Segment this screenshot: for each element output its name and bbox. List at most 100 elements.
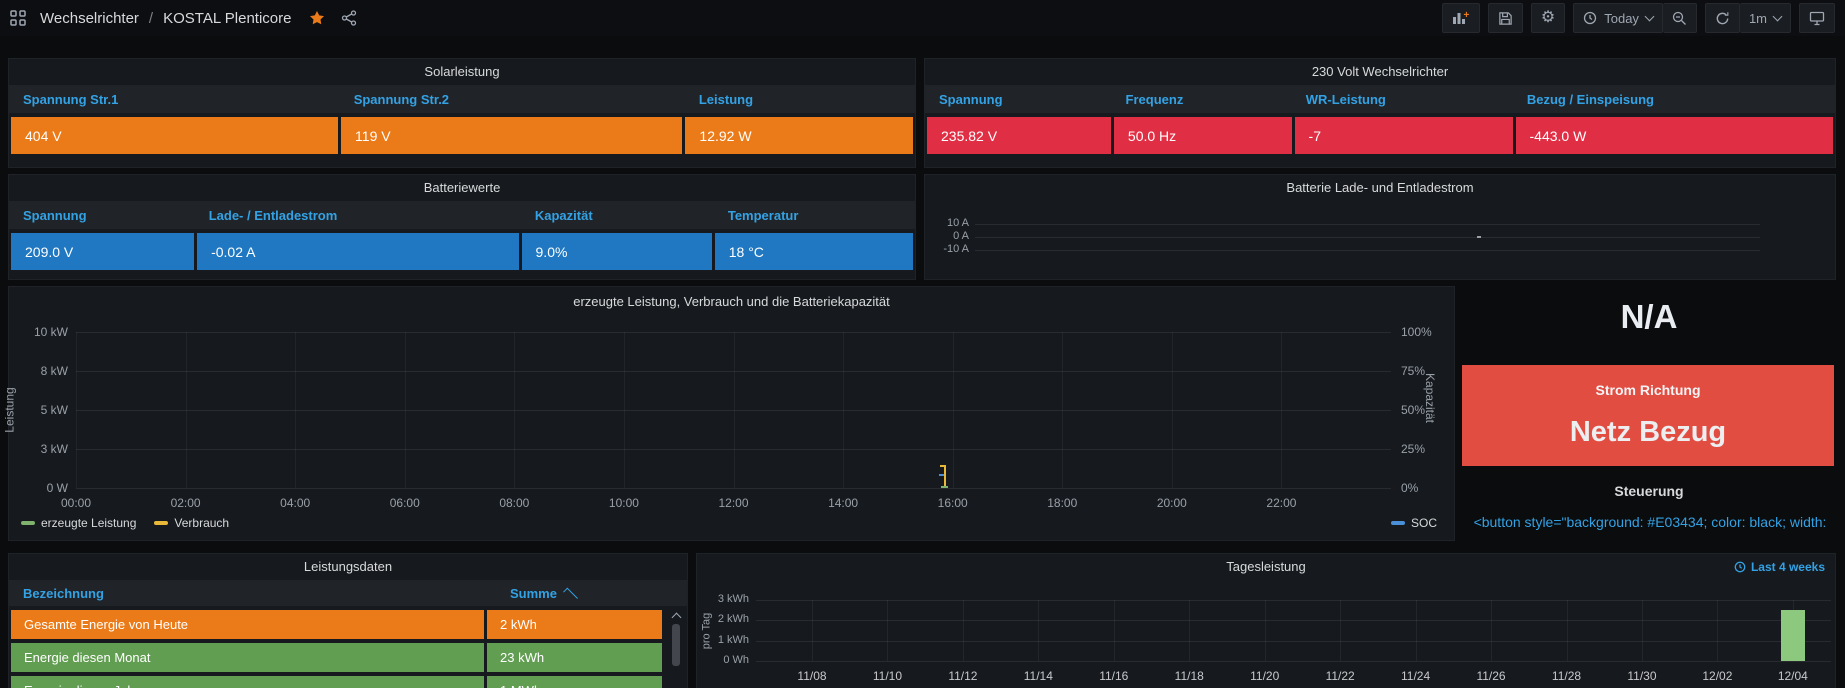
- x-axis-tick: 11/26: [1465, 669, 1517, 683]
- bar[interactable]: [1781, 610, 1805, 661]
- y-axis-tick-left: 0 W: [18, 481, 68, 495]
- main-chart-plot[interactable]: 10 kW100%8 kW75%5 kW50%3 kW25%0 W0%00:00…: [76, 332, 1391, 488]
- verbrauch-spike: [944, 465, 946, 488]
- y-axis-tick: 0 A: [927, 230, 969, 242]
- y-axis-tick: -10 A: [927, 243, 969, 255]
- gridline: [1062, 332, 1063, 488]
- panel-title[interactable]: Leistungsdaten: [9, 554, 687, 580]
- star-icon[interactable]: [309, 10, 325, 26]
- gridline: [76, 332, 77, 488]
- legend-item[interactable]: SOC: [1391, 516, 1437, 530]
- table-row[interactable]: Gesamte Energie von Heute2 kWh: [9, 610, 687, 639]
- chart-legend: erzeugte Leistung Verbrauch: [21, 516, 247, 530]
- x-axis-tick: 11/10: [861, 669, 913, 683]
- scroll-up-icon[interactable]: [671, 613, 681, 623]
- x-axis-tick: 20:00: [1147, 496, 1197, 510]
- gridline: [734, 332, 735, 488]
- table-row[interactable]: Energie diesen Monat23 kWh: [9, 643, 687, 672]
- y-axis-tick: 1 kWh: [704, 634, 749, 646]
- steuerung-title[interactable]: Steuerung: [1462, 483, 1836, 499]
- table-header-summe[interactable]: Summe: [482, 586, 578, 601]
- panel-title[interactable]: Solarleistung: [9, 59, 915, 85]
- y-axis-tick-left: 8 kW: [18, 364, 68, 378]
- dashboard-settings-button[interactable]: ⚙: [1531, 3, 1565, 33]
- gridline: [953, 332, 954, 488]
- row-label-cell: Gesamte Energie von Heute: [11, 610, 484, 639]
- breadcrumb-page[interactable]: KOSTAL Plenticore: [163, 10, 291, 27]
- row-label-cell: Energie diesen Monat: [11, 643, 484, 672]
- stat-value: 18 °C: [715, 233, 913, 270]
- stat-header: Bezug / Einspeisung: [1513, 92, 1835, 107]
- share-icon[interactable]: [341, 10, 357, 26]
- legend-item[interactable]: Verbrauch: [154, 516, 229, 530]
- scrollbar-thumb[interactable]: [672, 624, 680, 666]
- stat-value: 119 V: [341, 117, 682, 154]
- panel-strom-richtung: Strom Richtung Netz Bezug: [1462, 365, 1834, 466]
- gridline: [756, 641, 1831, 642]
- gridline: [1416, 600, 1417, 661]
- steuerung-code-text: <button style="background: #E03434; colo…: [1455, 514, 1845, 530]
- table-row[interactable]: Energie dieses Jahr1 MWh: [9, 676, 687, 688]
- save-dashboard-button[interactable]: [1488, 3, 1523, 33]
- kiosk-mode-button[interactable]: [1799, 3, 1835, 33]
- stat-value: 209.0 V: [11, 233, 194, 270]
- gridline: [1567, 600, 1568, 661]
- gridline: [1038, 600, 1039, 661]
- stat-value: 12.92 W: [685, 117, 913, 154]
- panel-time-override[interactable]: Last 4 weeks: [1734, 560, 1825, 574]
- gridline: [1189, 600, 1190, 661]
- legend-swatch: [21, 521, 35, 525]
- stat-value-row: 404 V 119 V 12.92 W: [9, 113, 915, 154]
- stat-header: Spannung Str.1: [9, 92, 340, 107]
- y-axis-tick: 0 Wh: [704, 654, 749, 666]
- x-axis-tick: 10:00: [599, 496, 649, 510]
- legend-item[interactable]: erzeugte Leistung: [21, 516, 136, 530]
- tages-chart-plot[interactable]: 3 kWh2 kWh1 kWh0 Wh11/0811/1011/1211/141…: [756, 600, 1831, 661]
- zoom-out-button[interactable]: [1663, 3, 1697, 33]
- stat-header-row: Spannung Str.1 Spannung Str.2 Leistung: [9, 85, 915, 113]
- table-body: Gesamte Energie von Heute2 kWh Energie di…: [9, 610, 687, 688]
- table-header-bezeichnung[interactable]: Bezeichnung: [9, 586, 482, 601]
- breadcrumb-section[interactable]: Wechselrichter: [40, 10, 139, 27]
- gridline: [1340, 600, 1341, 661]
- svg-text:+: +: [1463, 10, 1469, 21]
- panel-title[interactable]: erzeugte Leistung, Verbrauch und die Bat…: [9, 289, 1454, 315]
- gridline: [405, 332, 406, 488]
- panel-title[interactable]: Tagesleistung: [697, 554, 1835, 580]
- time-range-label: Today: [1604, 11, 1639, 26]
- y-axis-tick-right: 50%: [1401, 403, 1447, 417]
- y-axis-tick: 10 A: [927, 217, 969, 229]
- legend-label: Verbrauch: [174, 516, 229, 530]
- y-axis-tick-right: 25%: [1401, 442, 1447, 456]
- y-axis-tick-left: 3 kW: [18, 442, 68, 456]
- table-scrollbar[interactable]: [669, 612, 683, 688]
- stat-header: Temperatur: [714, 208, 915, 223]
- gridline: [975, 250, 1760, 251]
- gear-icon: ⚙: [1541, 10, 1555, 26]
- dashboard-grid-icon[interactable]: [10, 10, 26, 26]
- panel-title[interactable]: Batteriewerte: [9, 175, 915, 201]
- stat-value-row: 209.0 V -0.02 A 9.0% 18 °C: [9, 229, 915, 270]
- panel-title[interactable]: 230 Volt Wechselrichter: [925, 59, 1835, 85]
- y-axis-tick: 2 kWh: [704, 613, 749, 625]
- x-axis-tick: 11/20: [1239, 669, 1291, 683]
- panel-leistung-chart: erzeugte Leistung, Verbrauch und die Bat…: [8, 286, 1455, 541]
- panel-solarleistung: Solarleistung Spannung Str.1 Spannung St…: [8, 58, 916, 168]
- panel-title[interactable]: Batterie Lade- und Entladestrom: [925, 175, 1835, 201]
- x-axis-tick: 22:00: [1256, 496, 1306, 510]
- x-axis-tick: 06:00: [380, 496, 430, 510]
- gridline: [76, 488, 1391, 489]
- gridline: [514, 332, 515, 488]
- battery-chart-plot[interactable]: 10 A0 A-10 A: [975, 224, 1760, 250]
- stat-header: Spannung Str.2: [340, 92, 685, 107]
- time-range-picker[interactable]: Today: [1573, 3, 1663, 33]
- legend-label: SOC: [1411, 516, 1437, 530]
- verbrauch-spike-cap: [940, 465, 945, 467]
- add-panel-button[interactable]: +: [1442, 3, 1480, 33]
- stat-header: WR-Leistung: [1292, 92, 1513, 107]
- refresh-interval-picker[interactable]: 1m: [1740, 3, 1791, 33]
- refresh-button[interactable]: [1705, 3, 1740, 33]
- zoom-out-icon: [1672, 11, 1687, 26]
- gridline: [887, 600, 888, 661]
- stat-header: Lade- / Entladestrom: [195, 208, 521, 223]
